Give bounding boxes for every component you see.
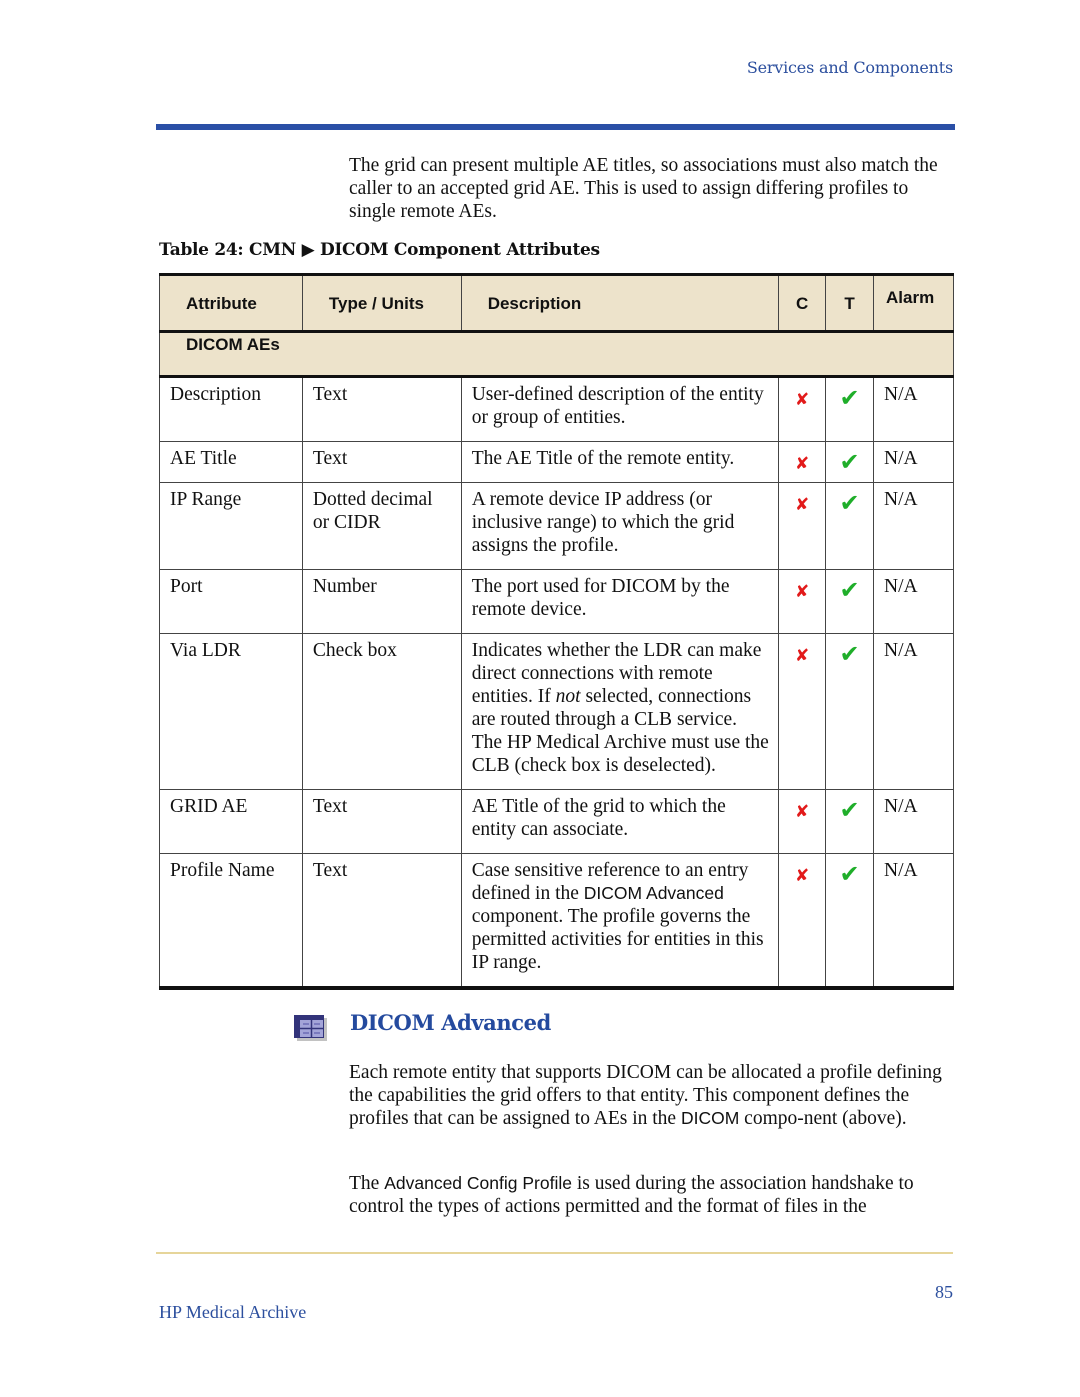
check-icon: ✔ — [839, 576, 860, 604]
cross-icon: ✘ — [795, 866, 810, 886]
paragraph-text: compo-nent (above). — [739, 1108, 907, 1129]
paragraph-text: The — [349, 1173, 385, 1194]
cell-alarm: N/A — [873, 789, 954, 854]
check-icon: ✔ — [839, 860, 860, 888]
check-icon: ✔ — [839, 640, 860, 668]
table-row: Port Number The port used for DICOM by the… — [159, 569, 954, 634]
emphasis-text: not — [555, 686, 581, 707]
cell-t: ✔ — [825, 482, 875, 570]
column-header-description: Description — [460, 273, 780, 333]
cell-description: Indicates whether the LDR can make direc… — [460, 633, 780, 790]
cell-attribute: Via LDR — [159, 633, 303, 790]
footer-rule — [156, 1252, 953, 1254]
check-icon: ✔ — [839, 384, 860, 412]
section-paragraph-1: Each remote entity that supports DICOM c… — [349, 1061, 959, 1130]
column-header-c: C — [778, 273, 827, 333]
cell-c: ✘ — [778, 376, 827, 442]
cell-type: Dotted decimal or CIDR — [301, 482, 462, 570]
check-icon: ✔ — [839, 489, 860, 517]
cell-description: The AE Title of the remote entity. — [460, 441, 780, 483]
component-reference: DICOM Advanced — [583, 883, 724, 903]
table-group-row: DICOM AEs — [159, 331, 954, 378]
cell-c: ✘ — [778, 853, 827, 990]
section-paragraph-2: The Advanced Config Profile is used duri… — [349, 1172, 959, 1218]
column-header-alarm: Alarm — [873, 273, 954, 333]
column-header-attribute: Attribute — [159, 273, 303, 333]
table-header-row: Attribute Type / Units Description C T A… — [159, 273, 954, 333]
cell-description: A remote device IP address (or inclusive… — [460, 482, 780, 570]
cell-alarm: N/A — [873, 482, 954, 570]
cross-icon: ✘ — [795, 802, 810, 822]
cell-t: ✔ — [825, 789, 875, 854]
table-row: IP Range Dotted decimal or CIDR A remote d… — [159, 482, 954, 570]
cell-alarm: N/A — [873, 853, 954, 990]
intro-paragraph: The grid can present multiple AE titles,… — [349, 155, 938, 222]
table-row: AE Title Text The AE Title of the remote e… — [159, 441, 954, 483]
cell-c: ✘ — [778, 633, 827, 790]
cell-t: ✔ — [825, 441, 875, 483]
cell-type: Text — [301, 376, 462, 442]
cell-attribute: Profile Name — [159, 853, 303, 990]
cell-attribute: Port — [159, 569, 303, 634]
cell-description: Case sensitive reference to an entry def… — [460, 853, 780, 990]
attributes-table: Attribute Type / Units Description C T A… — [159, 273, 954, 990]
cell-type: Check box — [301, 633, 462, 790]
cell-t: ✔ — [825, 569, 875, 634]
cell-attribute: AE Title — [159, 441, 303, 483]
table-row: Via LDR Check box Indicates whether the LD… — [159, 633, 954, 790]
cell-attribute: IP Range — [159, 482, 303, 570]
table-row: Description Text User-defined description … — [159, 376, 954, 442]
section-title: DICOM Advanced — [350, 1010, 551, 1035]
column-header-t: T — [825, 273, 875, 333]
table-row: GRID AE Text AE Title of the grid to which… — [159, 789, 954, 854]
cell-t: ✔ — [825, 376, 875, 442]
cell-alarm: N/A — [873, 376, 954, 442]
group-label: DICOM AEs — [159, 331, 954, 378]
cell-alarm: N/A — [873, 441, 954, 483]
ui-field-reference: Advanced Config Profile — [384, 1173, 572, 1193]
cell-description: AE Title of the grid to which the entity… — [460, 789, 780, 854]
cell-description: The port used for DICOM by the remote de… — [460, 569, 780, 634]
component-grid-icon — [294, 1015, 327, 1041]
cell-c: ✘ — [778, 569, 827, 634]
cell-type: Text — [301, 441, 462, 483]
cell-description: User-defined description of the entity o… — [460, 376, 780, 442]
column-header-type: Type / Units — [301, 273, 462, 333]
cell-type: Number — [301, 569, 462, 634]
cell-alarm: N/A — [873, 569, 954, 634]
cross-icon: ✘ — [795, 390, 810, 410]
cell-c: ✘ — [778, 789, 827, 854]
cross-icon: ✘ — [795, 495, 810, 515]
check-icon: ✔ — [839, 448, 860, 476]
cell-c: ✘ — [778, 482, 827, 570]
cell-t: ✔ — [825, 633, 875, 790]
check-icon: ✔ — [839, 796, 860, 824]
running-head: Services and Components — [746, 58, 953, 77]
cross-icon: ✘ — [795, 454, 810, 474]
page-number: 85 — [935, 1282, 953, 1302]
cell-type: Text — [301, 853, 462, 990]
cell-attribute: Description — [159, 376, 303, 442]
cell-attribute: GRID AE — [159, 789, 303, 854]
footer-title: HP Medical Archive — [159, 1302, 307, 1322]
cell-c: ✘ — [778, 441, 827, 483]
cell-t: ✔ — [825, 853, 875, 990]
cell-type: Text — [301, 789, 462, 854]
cross-icon: ✘ — [795, 646, 810, 666]
description-text: component. The profile governs the permi… — [471, 906, 764, 973]
cell-alarm: N/A — [873, 633, 954, 790]
component-reference: DICOM — [680, 1108, 740, 1128]
table-row: Profile Name Text Case sensitive reference… — [159, 853, 954, 990]
top-rule — [156, 124, 955, 130]
table-caption: Table 24: CMN ▶ DICOM Component Attribut… — [159, 240, 600, 260]
cross-icon: ✘ — [795, 582, 810, 602]
